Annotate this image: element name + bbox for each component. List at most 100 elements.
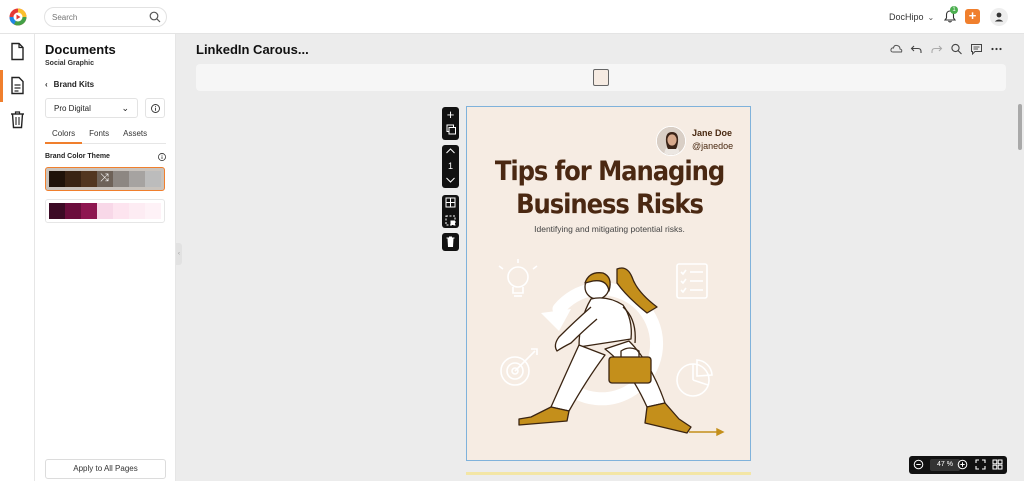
comment-icon[interactable]	[970, 43, 983, 55]
brand-color-theme-heading: Brand Color Theme	[45, 153, 110, 160]
brand-kit-select[interactable]: Pro Digital ⌄	[45, 98, 138, 118]
next-arrow-icon	[689, 427, 725, 437]
panel-tabs: Colors Fonts Assets	[45, 126, 166, 144]
color-swatch[interactable]	[129, 171, 145, 187]
document-title[interactable]: LinkedIn Carous...	[196, 42, 309, 57]
checklist-icon	[676, 263, 708, 299]
color-swatch[interactable]	[81, 171, 97, 187]
author-avatar[interactable]	[656, 126, 686, 156]
search-icon[interactable]	[950, 43, 963, 55]
color-palette-selected[interactable]: ⤨	[45, 167, 165, 191]
pie-chart-icon	[676, 359, 713, 397]
info-icon[interactable]	[158, 153, 166, 161]
undo-icon[interactable]	[910, 43, 923, 55]
chevron-down-icon: ⌄	[927, 12, 935, 22]
page-settings-icon[interactable]	[442, 213, 459, 229]
user-avatar-button[interactable]	[990, 8, 1008, 26]
chevron-down-icon: ⌄	[121, 103, 129, 113]
search-icon[interactable]	[149, 11, 161, 23]
tab-assets[interactable]: Assets	[116, 126, 154, 144]
lightbulb-icon	[498, 259, 538, 297]
panel-title: Documents	[45, 42, 116, 57]
editor-toolbar	[890, 43, 1003, 55]
brand-kit-info-button[interactable]	[145, 98, 165, 118]
zoom-in-icon[interactable]	[957, 459, 968, 470]
headline[interactable]: Tips for Managing Business Risks	[481, 155, 738, 221]
brand-kit-selected: Pro Digital	[54, 104, 91, 113]
portrait-photo	[657, 127, 685, 155]
left-rail	[0, 34, 35, 481]
dochipo-logo-icon[interactable]	[9, 8, 27, 26]
grid-icon[interactable]	[442, 195, 459, 211]
tab-fonts[interactable]: Fonts	[82, 126, 116, 144]
rail-active-indicator	[0, 70, 3, 102]
color-swatch[interactable]	[49, 203, 65, 219]
panel-subtitle: Social Graphic	[45, 60, 95, 67]
color-swatch[interactable]	[113, 171, 129, 187]
chevron-down-icon[interactable]	[442, 174, 459, 186]
color-swatch[interactable]	[65, 171, 81, 187]
redo-icon[interactable]	[930, 43, 943, 55]
notification-badge: 1	[950, 6, 958, 14]
trash-icon	[446, 236, 455, 247]
walking-person	[518, 267, 692, 434]
collapse-panel-handle[interactable]: ‹	[176, 243, 182, 265]
color-palette[interactable]	[45, 199, 165, 223]
more-options-icon[interactable]	[990, 43, 1003, 55]
delete-page-button[interactable]	[442, 233, 459, 251]
subheadline[interactable]: Identifying and mitigating potential ris…	[467, 224, 750, 234]
search-input[interactable]	[52, 11, 147, 24]
design-page[interactable]: Jane Doe @janedoe Tips for Managing Busi…	[466, 106, 751, 461]
author-handle[interactable]: @janedoe	[692, 141, 733, 151]
shuffle-icon[interactable]: ⤨	[100, 172, 109, 185]
trash-icon[interactable]	[9, 110, 26, 129]
color-swatch[interactable]	[65, 203, 81, 219]
zoom-controls: 47 %	[909, 456, 1007, 474]
page-thumbnails-strip	[196, 64, 1006, 91]
notifications-button[interactable]: 1	[943, 6, 958, 23]
color-swatch[interactable]	[145, 203, 161, 219]
grid-view-icon[interactable]	[992, 459, 1003, 470]
tab-colors[interactable]: Colors	[45, 126, 83, 144]
vertical-scrollbar[interactable]	[1016, 96, 1024, 476]
documents-list-icon[interactable]	[9, 76, 26, 95]
page-thumbnail[interactable]	[593, 69, 609, 86]
chevron-up-icon[interactable]	[442, 145, 459, 157]
chevron-left-icon: ‹	[45, 80, 48, 89]
zoom-level[interactable]: 47 %	[930, 459, 960, 471]
color-swatch[interactable]	[97, 203, 113, 219]
account-name: DocHipo	[889, 12, 924, 22]
next-page-edge	[466, 472, 751, 475]
color-swatch[interactable]	[81, 203, 97, 219]
search-box[interactable]	[44, 7, 167, 27]
headline-line-2: Business Risks	[516, 189, 704, 220]
author-name[interactable]: Jane Doe	[692, 128, 732, 138]
page-navigation-tools: 1	[442, 145, 459, 188]
scrollbar-thumb[interactable]	[1018, 104, 1022, 150]
page-layout-tools	[442, 195, 459, 228]
user-icon	[994, 12, 1004, 22]
color-swatch[interactable]	[129, 203, 145, 219]
page-number: 1	[447, 161, 453, 171]
top-bar: DocHipo ⌄ 1 +	[0, 0, 1024, 34]
color-swatch[interactable]	[145, 171, 161, 187]
color-swatch[interactable]	[113, 203, 129, 219]
back-to-brand-kits[interactable]: ‹ Brand Kits	[45, 80, 94, 89]
target-icon	[500, 348, 538, 386]
page-add-duplicate-tools: +	[442, 107, 459, 140]
duplicate-page-icon[interactable]	[442, 123, 459, 137]
document-icon[interactable]	[9, 42, 26, 61]
color-swatch[interactable]	[49, 171, 65, 187]
cloud-save-icon[interactable]	[890, 43, 903, 55]
info-icon	[151, 104, 160, 113]
business-risk-illustration[interactable]	[467, 247, 751, 447]
fit-to-screen-icon[interactable]	[975, 459, 986, 470]
back-label: Brand Kits	[53, 80, 95, 89]
zoom-out-icon[interactable]	[913, 459, 924, 470]
create-new-button[interactable]: +	[965, 9, 980, 24]
brand-kit-panel: Documents Social Graphic ‹ Brand Kits Pr…	[35, 34, 176, 481]
headline-line-1: Tips for Managing	[494, 156, 725, 187]
add-page-button[interactable]: +	[442, 107, 459, 123]
account-menu[interactable]: DocHipo ⌄	[889, 12, 934, 22]
apply-to-all-pages-button[interactable]: Apply to All Pages	[45, 459, 166, 479]
